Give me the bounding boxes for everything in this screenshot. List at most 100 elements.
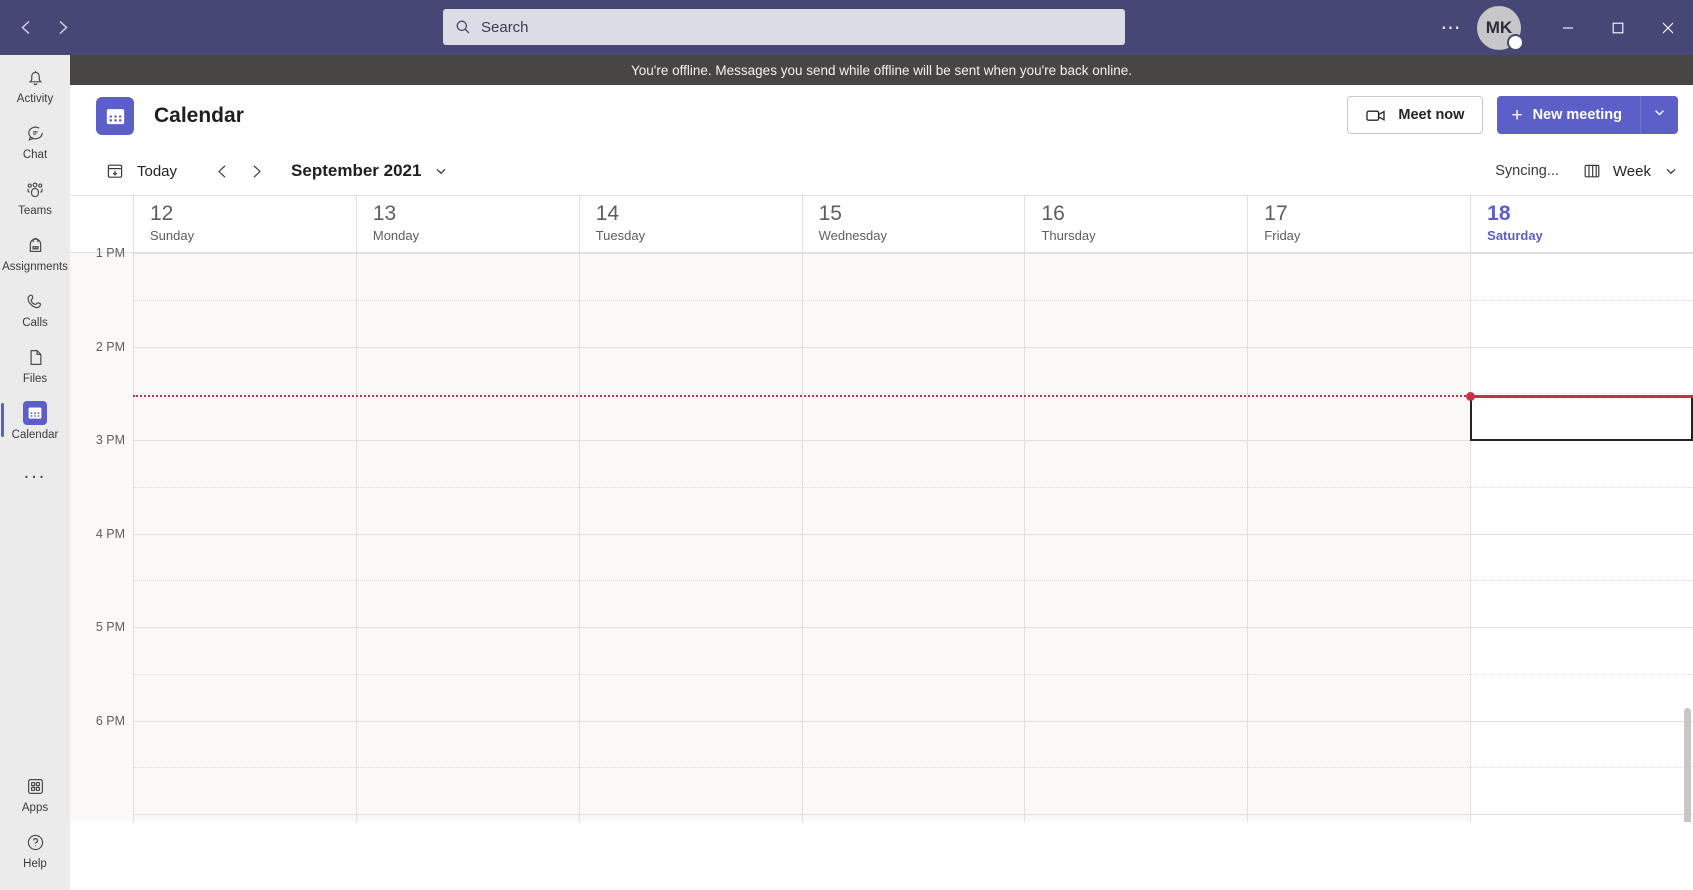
sidebar-item-teams[interactable]: Teams [1,167,69,223]
hour-gridline [579,253,802,254]
day-name: Friday [1264,228,1301,243]
close-button[interactable] [1643,0,1693,55]
hour-gridline [134,346,356,348]
maximize-button[interactable] [1593,0,1643,55]
hour-gridline [1248,814,1471,815]
day-header-tuesday[interactable]: 14 Tuesday [578,196,802,252]
half-hour-gridline [1471,767,1693,769]
day-column-thursday[interactable] [1024,253,1248,822]
half-hour-gridline [579,486,802,488]
header-actions: Meet now + New meeting [1347,96,1678,134]
selected-time-slot[interactable] [1470,395,1693,442]
half-hour-gridline [1471,393,1693,395]
half-hour-gridline [1025,673,1248,675]
hour-gridline [802,533,1025,535]
back-button[interactable] [8,10,44,46]
sidebar-item-activity[interactable]: Activity [1,55,69,111]
chat-icon [25,120,46,146]
sidebar-more-apps-button[interactable]: ... [24,447,47,498]
more-options-button[interactable]: ⋯ [1431,8,1471,48]
hour-gridline [579,533,802,535]
half-hour-gridline [1471,580,1693,582]
day-column-saturday[interactable] [1470,253,1693,822]
hour-gridline [1025,720,1248,722]
meet-now-button[interactable]: Meet now [1347,96,1484,134]
hour-gridline [1248,720,1471,722]
day-column-sunday[interactable] [133,253,356,822]
day-number: 16 [1041,202,1065,225]
next-week-button[interactable] [239,154,273,188]
hour-label: 3 PM [95,433,125,447]
hour-gridline [1248,627,1471,628]
half-hour-gridline [579,299,802,301]
backpack-icon [25,232,46,258]
day-header-monday[interactable]: 13 Monday [355,196,579,252]
new-meeting-dropdown-button[interactable] [1640,96,1678,134]
day-header-sunday[interactable]: 12 Sunday [133,196,356,252]
sidebar-item-files[interactable]: Files [1,335,69,391]
hour-gridline [1025,814,1248,815]
week-view-icon [1583,162,1601,180]
hour-gridline [802,440,1025,441]
day-column-friday[interactable] [1247,253,1471,822]
chevron-down-icon [1664,164,1678,178]
hour-gridline [356,533,579,535]
help-circle-icon [25,829,46,855]
sidebar-item-calendar[interactable]: Calendar [1,391,69,447]
time-slots: 1 PM 2 PM 3 PM 4 PM 5 PM 6 PM [70,246,1693,822]
sidebar-item-apps[interactable]: Apps [1,764,69,820]
calendar-toolbar: Today September 2021 Syncing... Week [70,147,1693,195]
half-hour-gridline [802,580,1025,582]
sidebar-item-label: Chat [22,149,48,161]
hour-gridline [1025,346,1248,348]
sidebar-item-calls[interactable]: Calls [1,279,69,335]
day-number: 14 [595,202,620,225]
sidebar-item-assignments[interactable]: Assignments [1,223,69,279]
half-hour-gridline [579,393,802,395]
scrollbar-thumb[interactable] [1684,708,1691,822]
today-button[interactable]: Today [106,162,177,180]
teams-icon [24,176,46,202]
half-hour-gridline [1248,299,1471,301]
new-meeting-button[interactable]: + New meeting [1497,96,1640,134]
sidebar-item-help[interactable]: Help [1,820,69,876]
current-time-line-dotted [133,395,1471,398]
day-name: Wednesday [818,228,887,243]
calendar-icon [23,400,47,426]
hour-gridline [802,253,1025,254]
half-hour-gridline [356,580,579,582]
hour-gridline [134,720,356,722]
search-input[interactable]: Search [443,9,1125,45]
view-picker[interactable]: Week [1583,162,1678,180]
day-name: Tuesday [595,228,646,243]
day-header-wednesday[interactable]: 15 Wednesday [801,196,1025,252]
hour-gridline [802,814,1025,815]
forward-button[interactable] [44,10,80,46]
rail-bottom-group: Apps Help [1,764,69,876]
half-hour-gridline [134,299,356,301]
hour-gridline [802,346,1025,348]
sidebar-item-chat[interactable]: Chat [1,111,69,167]
file-icon [25,344,46,370]
hour-label: 1 PM [95,246,125,260]
day-header-thursday[interactable]: 16 Thursday [1024,196,1247,252]
day-header-friday[interactable]: 17 Friday [1247,196,1470,252]
today-label: Today [137,162,178,180]
half-hour-gridline [802,673,1025,675]
time-gutter: 1 PM 2 PM 3 PM 4 PM 5 PM 6 PM [70,246,133,822]
day-column-tuesday[interactable] [578,253,802,822]
day-column-wednesday[interactable] [801,253,1025,822]
sidebar-item-label: Files [22,373,48,385]
vertical-scrollbar[interactable] [1681,253,1693,822]
hour-gridline [1471,253,1693,254]
half-hour-gridline [356,393,579,395]
period-picker[interactable]: September 2021 [291,161,448,181]
avatar[interactable]: MK [1477,5,1524,51]
day-header-saturday[interactable]: 18 Saturday [1470,196,1693,252]
previous-week-button[interactable] [205,154,239,188]
minimize-button[interactable] [1543,0,1593,55]
day-header-row: 12 Sunday 13 Monday 14 Tuesday 15 Wednesday 16 Th… [70,195,1693,253]
hour-gridline [1248,533,1471,535]
day-column-monday[interactable] [355,253,579,822]
plus-icon: + [1511,104,1523,126]
